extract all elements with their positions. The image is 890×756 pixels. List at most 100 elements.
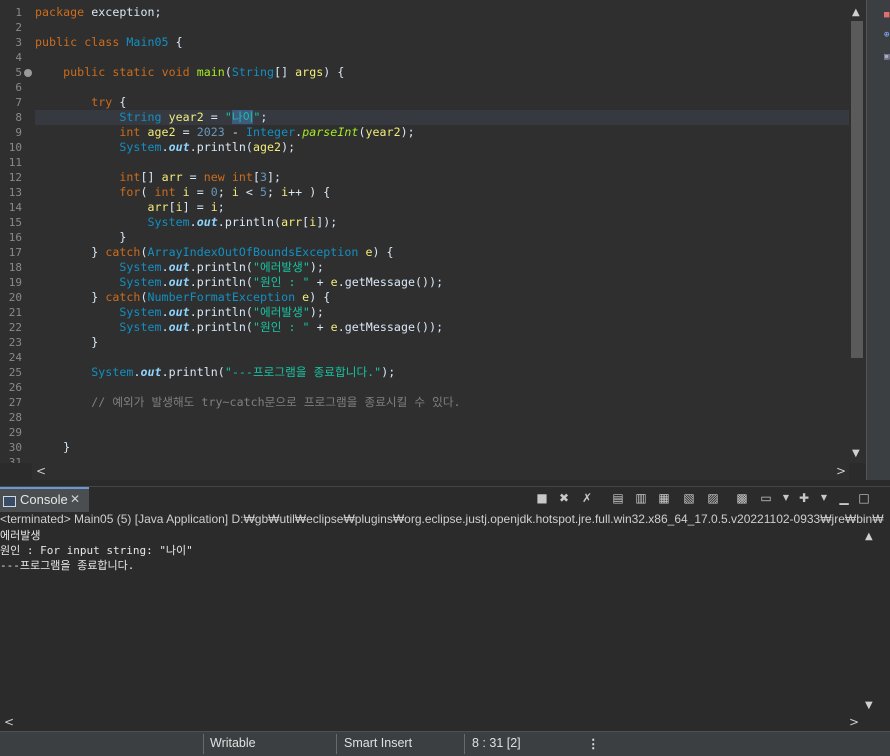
console-horizontal-scrollbar[interactable]: < > — [0, 714, 862, 731]
scroll-left-icon[interactable]: < — [4, 715, 14, 729]
line-number: 20 — [8, 291, 22, 304]
console-output-line: ---프로그램을 종료합니다. — [0, 559, 135, 572]
line-number: 3 — [15, 36, 22, 49]
scroll-lock-icon[interactable]: ▥ — [634, 491, 648, 505]
display-console-dropdown-icon[interactable]: ▼ — [779, 491, 793, 505]
status-bar: Writable Smart Insert 8 : 31 [2] ⋮ — [0, 731, 890, 756]
code-line: } catch(ArrayIndexOutOfBoundsException e… — [35, 245, 394, 259]
console-view-header: Console ✕ ■ ✖ ✗ ▤ ▥ ▦ ▧ ▨ ▩ ▭ ▼ ✚ ▼ ▁ □ — [0, 486, 890, 513]
outline-icon[interactable]: ⊕ — [884, 30, 890, 41]
code-area[interactable]: package exception; public class Main05 {… — [35, 0, 849, 463]
code-line: System.out.println("에러발생"); — [119, 305, 324, 319]
line-number: 15 — [8, 216, 22, 229]
minimize-icon[interactable]: ▁ — [837, 491, 851, 505]
code-line: } — [35, 230, 127, 244]
insert-mode-status[interactable]: Smart Insert — [344, 736, 412, 750]
scroll-up-icon[interactable]: ▲ — [865, 531, 873, 542]
word-wrap-icon[interactable]: ▦ — [657, 491, 671, 505]
tab-console[interactable]: Console ✕ — [0, 487, 89, 513]
line-number: 16 — [8, 231, 22, 244]
code-line: public static void main(String[] args) { — [63, 65, 345, 79]
scroll-left-icon[interactable]: < — [36, 464, 46, 478]
show-on-error-icon[interactable]: ▨ — [706, 491, 720, 505]
line-number: 8 — [15, 111, 22, 124]
code-editor[interactable]: 1 2 3 4 5 6 7 8 9 10 11 12 13 14 15 16 17 18 19 20 21 22 23 24 2… — [0, 0, 866, 463]
line-number: 11 — [8, 156, 22, 169]
code-line: System.out.println("---프로그램을 종료합니다."); — [91, 365, 396, 379]
code-line: arr[i] = i; — [147, 200, 225, 214]
line-number: 25 — [8, 366, 22, 379]
close-icon[interactable]: ✕ — [70, 492, 80, 506]
code-line: // 예외가 발생해도 try~catch문으로 프로그램을 종료시킬 수 있다… — [91, 395, 461, 409]
line-number: 19 — [8, 276, 22, 289]
status-menu-icon[interactable]: ⋮ — [587, 736, 600, 751]
status-separator — [464, 734, 465, 754]
code-line: try { — [91, 95, 127, 109]
line-number: 12 — [8, 171, 22, 184]
overview-ruler: ■ ⊕ ▣ — [866, 0, 890, 480]
code-line: package exception; — [35, 5, 162, 19]
status-separator — [203, 734, 204, 754]
code-line-current: String year2 = "나이"; — [35, 110, 849, 125]
line-number: 30 — [8, 441, 22, 454]
scroll-down-icon[interactable]: ▼ — [865, 700, 873, 711]
code-line: public class Main05 { — [35, 35, 183, 49]
show-on-output-icon[interactable]: ▧ — [682, 491, 696, 505]
code-line: } — [35, 440, 71, 454]
code-line: for( int i = 0; i < 5; i++ ) { — [119, 185, 331, 199]
cursor-position-status[interactable]: 8 : 31 [2] — [472, 736, 521, 750]
open-console-icon[interactable]: ✚ — [797, 491, 811, 505]
line-number: 4 — [15, 51, 22, 64]
console-output-line: 원인 : For input string: "나이" — [0, 544, 193, 557]
tab-console-label: Console — [20, 492, 68, 507]
line-number: 10 — [8, 141, 22, 154]
scroll-right-icon[interactable]: > — [849, 715, 859, 729]
code-line: System.out.println("원인 : " + e.getMessag… — [119, 320, 444, 334]
line-number: 7 — [15, 96, 22, 109]
console-vertical-scrollbar[interactable]: ▲ ▼ — [862, 528, 878, 714]
editor-horizontal-scrollbar[interactable]: < > — [32, 463, 849, 480]
line-number: 31 — [8, 456, 22, 463]
status-separator — [336, 734, 337, 754]
line-number: 5 — [15, 66, 22, 79]
remove-all-terminated-icon[interactable]: ✗ — [580, 491, 594, 505]
line-number: 6 — [15, 81, 22, 94]
terminate-icon[interactable]: ■ — [535, 491, 549, 505]
editor-vertical-scrollbar[interactable]: ▲ ▼ — [849, 5, 866, 463]
code-line: } catch(NumberFormatException e) { — [35, 290, 331, 304]
line-number: 1 — [15, 6, 22, 19]
line-number: 9 — [15, 126, 22, 139]
maximize-icon[interactable]: □ — [857, 491, 871, 505]
code-line: System.out.println("에러발생"); — [119, 260, 324, 274]
console-output-line: 에러발생 — [0, 529, 41, 542]
scroll-down-icon[interactable]: ▼ — [852, 448, 860, 459]
open-console-dropdown-icon[interactable]: ▼ — [817, 491, 831, 505]
task-icon[interactable]: ▣ — [884, 52, 890, 63]
display-console-icon[interactable]: ▭ — [759, 491, 773, 505]
console-output[interactable]: 에러발생 원인 : For input string: "나이" ---프로그램… — [0, 528, 862, 714]
line-number: 14 — [8, 201, 22, 214]
remove-launch-icon[interactable]: ✖ — [557, 491, 571, 505]
scroll-up-icon[interactable]: ▲ — [852, 7, 860, 18]
clear-console-icon[interactable]: ▤ — [611, 491, 625, 505]
code-line: } — [35, 335, 99, 349]
line-number: 2 — [15, 21, 22, 34]
line-number: 22 — [8, 321, 22, 334]
line-number: 21 — [8, 306, 22, 319]
code-line: int[] arr = new int[3]; — [119, 170, 282, 184]
editor-scroll-thumb[interactable] — [851, 21, 863, 358]
error-marker-icon[interactable]: ■ — [884, 10, 890, 21]
line-number: 18 — [8, 261, 22, 274]
line-number: 17 — [8, 246, 22, 259]
line-number: 24 — [8, 351, 22, 364]
fold-marker-icon[interactable] — [24, 69, 32, 77]
line-number: 23 — [8, 336, 22, 349]
code-line: System.out.println(arr[i]); — [147, 215, 338, 229]
console-icon — [3, 496, 16, 507]
line-number: 28 — [8, 411, 22, 424]
line-number: 26 — [8, 381, 22, 394]
pin-console-icon[interactable]: ▩ — [735, 491, 749, 505]
line-number: 29 — [8, 426, 22, 439]
scroll-right-icon[interactable]: > — [836, 464, 846, 478]
line-number: 13 — [8, 186, 22, 199]
